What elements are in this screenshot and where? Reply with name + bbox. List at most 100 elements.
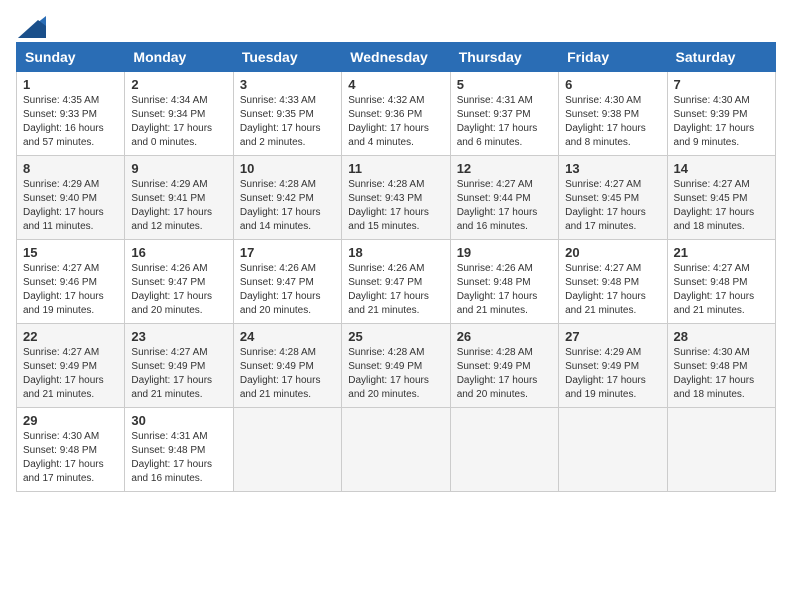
day-number: 2 — [131, 77, 226, 92]
day-info: Sunrise: 4:28 AMSunset: 9:49 PMDaylight:… — [348, 346, 443, 402]
day-info: Sunrise: 4:26 AMSunset: 9:47 PMDaylight:… — [348, 262, 443, 318]
calendar-cell: 21 Sunrise: 4:27 AMSunset: 9:48 PMDayligh… — [667, 240, 775, 324]
day-number: 23 — [131, 329, 226, 344]
calendar-header-row: SundayMondayTuesdayWednesdayThursdayFrid… — [17, 43, 776, 72]
calendar-cell: 11Sunrise: 4:28 AMSunset: 9:43 PMDayligh… — [342, 156, 450, 240]
day-info: Sunrise: 4:28 AMSunset: 9:49 PMDaylight:… — [240, 346, 335, 402]
calendar-cell: 5Sunrise: 4:31 AMSunset: 9:37 PMDaylight… — [450, 72, 558, 156]
day-number: 17 — [240, 245, 335, 260]
calendar-cell: 20 Sunrise: 4:27 AMSunset: 9:48 PMDayligh… — [559, 240, 667, 324]
calendar-cell — [667, 408, 775, 492]
day-info: Sunrise: 4:26 AMSunset: 9:48 PMDaylight:… — [457, 262, 552, 318]
day-info: Sunrise: 4:35 AMSunset: 9:33 PMDaylight:… — [23, 94, 118, 150]
day-number: 3 — [240, 77, 335, 92]
day-number: 12 — [457, 161, 552, 176]
day-info: Sunrise: 4:27 AMSunset: 9:49 PMDaylight:… — [131, 346, 226, 402]
logo — [16, 16, 46, 34]
day-info: Sunrise: 4:30 AMSunset: 9:48 PMDaylight:… — [674, 346, 769, 402]
calendar-cell: 18 Sunrise: 4:26 AMSunset: 9:47 PMDayligh… — [342, 240, 450, 324]
day-number: 30 — [131, 413, 226, 428]
calendar-cell: 7 Sunrise: 4:30 AMSunset: 9:39 PMDaylight… — [667, 72, 775, 156]
calendar-cell: 25 Sunrise: 4:28 AMSunset: 9:49 PMDayligh… — [342, 324, 450, 408]
day-number: 16 — [131, 245, 226, 260]
day-number: 25 — [348, 329, 443, 344]
day-number: 20 — [565, 245, 660, 260]
calendar-week-row: 22 Sunrise: 4:27 AMSunset: 9:49 PMDayligh… — [17, 324, 776, 408]
calendar-cell: 2 Sunrise: 4:34 AMSunset: 9:34 PMDaylight… — [125, 72, 233, 156]
day-info: Sunrise: 4:30 AMSunset: 9:38 PMDaylight:… — [565, 94, 660, 150]
day-info: Sunrise: 4:30 AMSunset: 9:48 PMDaylight:… — [23, 430, 118, 486]
calendar-cell: 10Sunrise: 4:28 AMSunset: 9:42 PMDayligh… — [233, 156, 341, 240]
calendar-header-monday: Monday — [125, 43, 233, 72]
calendar-cell: 19 Sunrise: 4:26 AMSunset: 9:48 PMDayligh… — [450, 240, 558, 324]
calendar-cell — [342, 408, 450, 492]
day-info: Sunrise: 4:26 AMSunset: 9:47 PMDaylight:… — [240, 262, 335, 318]
calendar-cell: 1 Sunrise: 4:35 AMSunset: 9:33 PMDaylight… — [17, 72, 125, 156]
calendar-cell: 26Sunrise: 4:28 AMSunset: 9:49 PMDayligh… — [450, 324, 558, 408]
day-info: Sunrise: 4:29 AMSunset: 9:41 PMDaylight:… — [131, 178, 226, 234]
calendar-cell: 27 Sunrise: 4:29 AMSunset: 9:49 PMDayligh… — [559, 324, 667, 408]
calendar-cell: 12 Sunrise: 4:27 AMSunset: 9:44 PMDayligh… — [450, 156, 558, 240]
day-number: 14 — [674, 161, 769, 176]
calendar-cell: 17 Sunrise: 4:26 AMSunset: 9:47 PMDayligh… — [233, 240, 341, 324]
day-number: 18 — [348, 245, 443, 260]
day-number: 22 — [23, 329, 118, 344]
calendar-week-row: 1 Sunrise: 4:35 AMSunset: 9:33 PMDaylight… — [17, 72, 776, 156]
day-info: Sunrise: 4:28 AMSunset: 9:43 PMDaylight:… — [348, 178, 443, 234]
calendar-header-friday: Friday — [559, 43, 667, 72]
day-info: Sunrise: 4:31 AMSunset: 9:48 PMDaylight:… — [131, 430, 226, 486]
day-info: Sunrise: 4:27 AMSunset: 9:48 PMDaylight:… — [565, 262, 660, 318]
day-info: Sunrise: 4:27 AMSunset: 9:46 PMDaylight:… — [23, 262, 118, 318]
day-info: Sunrise: 4:31 AMSunset: 9:37 PMDaylight:… — [457, 94, 552, 150]
calendar-cell: 16 Sunrise: 4:26 AMSunset: 9:47 PMDayligh… — [125, 240, 233, 324]
logo-icon — [18, 16, 46, 38]
day-info: Sunrise: 4:34 AMSunset: 9:34 PMDaylight:… — [131, 94, 226, 150]
calendar-week-row: 8 Sunrise: 4:29 AMSunset: 9:40 PMDaylight… — [17, 156, 776, 240]
calendar-header-sunday: Sunday — [17, 43, 125, 72]
calendar-cell: 28 Sunrise: 4:30 AMSunset: 9:48 PMDayligh… — [667, 324, 775, 408]
day-number: 9 — [131, 161, 226, 176]
calendar-cell — [233, 408, 341, 492]
calendar-week-row: 15 Sunrise: 4:27 AMSunset: 9:46 PMDayligh… — [17, 240, 776, 324]
calendar-cell: 22 Sunrise: 4:27 AMSunset: 9:49 PMDayligh… — [17, 324, 125, 408]
day-number: 21 — [674, 245, 769, 260]
calendar-cell: 8 Sunrise: 4:29 AMSunset: 9:40 PMDaylight… — [17, 156, 125, 240]
day-info: Sunrise: 4:28 AMSunset: 9:42 PMDaylight:… — [240, 178, 335, 234]
calendar-cell: 13 Sunrise: 4:27 AMSunset: 9:45 PMDayligh… — [559, 156, 667, 240]
day-number: 19 — [457, 245, 552, 260]
day-info: Sunrise: 4:28 AMSunset: 9:49 PMDaylight:… — [457, 346, 552, 402]
day-info: Sunrise: 4:32 AMSunset: 9:36 PMDaylight:… — [348, 94, 443, 150]
day-number: 7 — [674, 77, 769, 92]
day-info: Sunrise: 4:26 AMSunset: 9:47 PMDaylight:… — [131, 262, 226, 318]
day-info: Sunrise: 4:27 AMSunset: 9:45 PMDaylight:… — [674, 178, 769, 234]
day-info: Sunrise: 4:27 AMSunset: 9:48 PMDaylight:… — [674, 262, 769, 318]
day-number: 4 — [348, 77, 443, 92]
day-info: Sunrise: 4:27 AMSunset: 9:49 PMDaylight:… — [23, 346, 118, 402]
calendar-cell: 29Sunrise: 4:30 AMSunset: 9:48 PMDayligh… — [17, 408, 125, 492]
day-info: Sunrise: 4:29 AMSunset: 9:40 PMDaylight:… — [23, 178, 118, 234]
day-number: 6 — [565, 77, 660, 92]
calendar: SundayMondayTuesdayWednesdayThursdayFrid… — [16, 42, 776, 492]
day-number: 1 — [23, 77, 118, 92]
day-info: Sunrise: 4:27 AMSunset: 9:45 PMDaylight:… — [565, 178, 660, 234]
day-number: 15 — [23, 245, 118, 260]
header — [16, 16, 776, 34]
day-number: 8 — [23, 161, 118, 176]
calendar-cell: 4 Sunrise: 4:32 AMSunset: 9:36 PMDaylight… — [342, 72, 450, 156]
day-number: 13 — [565, 161, 660, 176]
calendar-cell — [450, 408, 558, 492]
calendar-header-wednesday: Wednesday — [342, 43, 450, 72]
calendar-cell: 3Sunrise: 4:33 AMSunset: 9:35 PMDaylight… — [233, 72, 341, 156]
day-number: 28 — [674, 329, 769, 344]
day-info: Sunrise: 4:27 AMSunset: 9:44 PMDaylight:… — [457, 178, 552, 234]
calendar-header-tuesday: Tuesday — [233, 43, 341, 72]
calendar-cell: 30 Sunrise: 4:31 AMSunset: 9:48 PMDayligh… — [125, 408, 233, 492]
calendar-cell: 24Sunrise: 4:28 AMSunset: 9:49 PMDayligh… — [233, 324, 341, 408]
day-number: 27 — [565, 329, 660, 344]
day-info: Sunrise: 4:29 AMSunset: 9:49 PMDaylight:… — [565, 346, 660, 402]
day-info: Sunrise: 4:30 AMSunset: 9:39 PMDaylight:… — [674, 94, 769, 150]
calendar-cell: 15 Sunrise: 4:27 AMSunset: 9:46 PMDayligh… — [17, 240, 125, 324]
calendar-cell — [559, 408, 667, 492]
calendar-cell: 23 Sunrise: 4:27 AMSunset: 9:49 PMDayligh… — [125, 324, 233, 408]
calendar-header-saturday: Saturday — [667, 43, 775, 72]
